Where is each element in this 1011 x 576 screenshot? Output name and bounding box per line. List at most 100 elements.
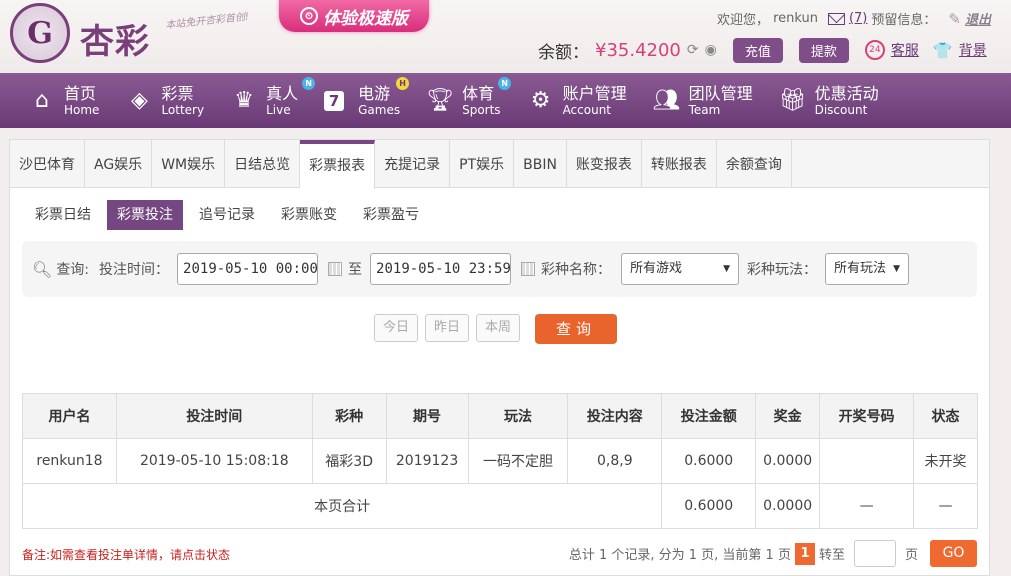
deposit-button[interactable]: 充值 bbox=[732, 37, 783, 63]
end-time-input[interactable]: 2019-05-10 23:59:59 bbox=[370, 253, 512, 285]
nav-label: 真人 Live bbox=[266, 84, 298, 117]
logo-text[interactable]: 杏彩 bbox=[80, 14, 150, 63]
column-header: 开奖号码 bbox=[819, 393, 914, 439]
nav-item-lottery[interactable]: ◈ 彩票 Lottery bbox=[125, 84, 204, 117]
subtab-2[interactable]: 追号记录 bbox=[189, 200, 265, 230]
nav-item-live[interactable]: ♛ 真人 Live N bbox=[230, 76, 316, 117]
this-week-button[interactable]: 本周 bbox=[476, 314, 521, 342]
tab-10[interactable]: 余额查询 bbox=[717, 140, 792, 188]
summary-amount: 0.6000 bbox=[661, 483, 757, 529]
table-cell: 0,8,9 bbox=[567, 438, 663, 484]
nav-item-team[interactable]: 👥︎ 团队管理 Team bbox=[652, 84, 753, 117]
hide-eye-icon[interactable]: ◉ bbox=[705, 42, 717, 58]
search-button[interactable]: 查询 bbox=[535, 314, 618, 344]
game-select[interactable]: 所有游戏 ▼ bbox=[621, 253, 740, 285]
query-label: 查询: bbox=[56, 262, 90, 278]
time-label: 投注时间： bbox=[99, 262, 170, 278]
nav-label-cn: 账户管理 bbox=[562, 83, 627, 103]
tab-0[interactable]: 沙巴体育 bbox=[10, 140, 85, 188]
table-cell: 2019-05-10 15:08:18 bbox=[115, 438, 313, 484]
nav-label-cn: 电游 bbox=[358, 83, 391, 103]
nav-item-discount[interactable]: 🎁︎ 优惠活动 Discount bbox=[779, 84, 879, 117]
column-header: 玩法 bbox=[467, 393, 569, 439]
pager-summary: 总计 1 个记录, 分为 1 页, 当前第 1 页 bbox=[568, 548, 791, 563]
refresh-icon[interactable]: ⟳ bbox=[687, 42, 699, 58]
nav-label-cn: 首页 bbox=[64, 83, 97, 103]
theme-link[interactable]: 背景 bbox=[959, 40, 987, 60]
tab-7[interactable]: BBIN bbox=[514, 140, 567, 188]
account-icon: ⚙ bbox=[530, 88, 551, 113]
calendar-icon[interactable] bbox=[521, 262, 536, 276]
table-cell: 一码不定胆 bbox=[467, 438, 569, 484]
search-icon: 🔍︎ bbox=[32, 259, 53, 279]
edit-icon[interactable]: ✎ bbox=[948, 10, 961, 28]
tab-9[interactable]: 转账报表 bbox=[642, 140, 717, 188]
go-button[interactable]: GO bbox=[930, 540, 977, 567]
report-panel: 沙巴体育 AG娱乐 WM娱乐 日结总览 彩票报表 充提记录 PT娱乐 BBIN 账变报表 转账报表… bbox=[9, 139, 990, 576]
table-cell: 福彩3D bbox=[311, 438, 387, 484]
promo-button[interactable]: ⏲ 体验极速版 bbox=[279, 0, 429, 32]
nav-item-account[interactable]: ⚙ 账户管理 Account bbox=[527, 83, 627, 117]
games-icon: 7 bbox=[324, 90, 345, 111]
trophy-icon: 🏆︎ bbox=[426, 88, 455, 113]
note-text: 备注:如需查看投注单详情，请点击状态 bbox=[22, 548, 231, 562]
yesterday-button[interactable]: 昨日 bbox=[425, 314, 470, 342]
nav-label-en: Discount bbox=[814, 102, 868, 117]
nav-label: 账户管理 Account bbox=[562, 83, 627, 117]
logo-emblem[interactable]: G bbox=[10, 3, 70, 63]
nav-label-en: Sports bbox=[462, 102, 501, 117]
promo-label: 体验极速版 bbox=[323, 8, 408, 29]
welcome-row: 欢迎您， renkun (7) 预留信息： ✎ 退出 bbox=[717, 9, 991, 29]
subtab-1[interactable]: 彩票投注 bbox=[107, 200, 183, 230]
subtab-0[interactable]: 彩票日结 bbox=[25, 200, 101, 230]
page-current[interactable]: 1 bbox=[794, 542, 815, 565]
username: renkun bbox=[773, 11, 818, 26]
customer-service-icon: 24 bbox=[864, 40, 885, 60]
home-icon: ⌂ bbox=[35, 88, 49, 113]
tab-3[interactable]: 日结总览 bbox=[225, 140, 301, 188]
table-cell[interactable]: 未开奖 bbox=[912, 438, 979, 484]
subtab-3[interactable]: 彩票账变 bbox=[271, 200, 347, 230]
tab-2[interactable]: WM娱乐 bbox=[152, 140, 226, 188]
chevron-down-icon: ▼ bbox=[723, 264, 731, 274]
tab-4[interactable]: 彩票报表 bbox=[300, 140, 376, 189]
balance-row: 余额： ¥35.4200 ⟳ ◉ 充值 提款 24 客服 👕 背景 bbox=[538, 37, 987, 63]
tab-8[interactable]: 账变报表 bbox=[567, 140, 642, 188]
column-header: 投注时间 bbox=[115, 393, 313, 439]
bet-table: 用户名 投注时间 彩种 期号 玩法 投注内容 投注金额 奖金 开奖号码 状态 renkun18 20… bbox=[21, 393, 979, 529]
nav-item-games[interactable]: 7 电游 Games H bbox=[324, 76, 410, 117]
live-icon: ♛ bbox=[234, 88, 254, 113]
start-time-input[interactable]: 2019-05-10 00:00:00 bbox=[177, 253, 319, 285]
welcome-text: 欢迎您， bbox=[717, 13, 770, 28]
play-select-value: 所有玩法 bbox=[834, 261, 887, 276]
nav-label: 团队管理 Team bbox=[689, 84, 753, 117]
reserve-info-label: 预留信息： bbox=[871, 13, 937, 28]
play-label: 彩种玩法： bbox=[747, 262, 818, 278]
subtab-4[interactable]: 彩票盈亏 bbox=[353, 200, 429, 230]
table-row: renkun18 2019-05-10 15:08:18 福彩3D 2019123 一码… bbox=[22, 438, 979, 484]
main-nav: ⌂ 首页 Home ◈ 彩票 Lottery ♛ 真人 Live N 7 电游 Games H 🏆︎ 体育 Sp… bbox=[0, 73, 1011, 128]
calendar-icon[interactable] bbox=[328, 262, 343, 276]
column-header: 投注金额 bbox=[661, 393, 757, 439]
ticket-icon: ◈ bbox=[130, 88, 148, 113]
tab-1[interactable]: AG娱乐 bbox=[85, 140, 153, 188]
chevron-down-icon: ▼ bbox=[893, 264, 901, 274]
withdraw-button[interactable]: 提款 bbox=[798, 37, 849, 63]
logout-link[interactable]: 退出 bbox=[965, 9, 991, 28]
play-select[interactable]: 所有玩法 ▼ bbox=[825, 253, 910, 285]
today-button[interactable]: 今日 bbox=[374, 314, 419, 342]
customer-service-link[interactable]: 客服 bbox=[891, 40, 919, 60]
nav-item-sports[interactable]: 🏆︎ 体育 Sports N bbox=[426, 76, 512, 117]
column-header: 用户名 bbox=[22, 393, 117, 439]
mail-icon[interactable] bbox=[827, 12, 845, 25]
nav-label: 优惠活动 Discount bbox=[814, 84, 879, 117]
table-cell bbox=[819, 438, 914, 484]
nav-item-home[interactable]: ⌂ 首页 Home bbox=[28, 83, 99, 117]
page-input[interactable] bbox=[853, 540, 896, 567]
team-icon: 👥︎ bbox=[652, 88, 681, 113]
tab-5[interactable]: 充提记录 bbox=[375, 140, 451, 188]
nav-label-en: Live bbox=[266, 102, 291, 117]
column-header: 彩种 bbox=[311, 393, 387, 439]
mail-count-link[interactable]: (7) bbox=[849, 11, 867, 26]
tab-6[interactable]: PT娱乐 bbox=[450, 140, 515, 188]
